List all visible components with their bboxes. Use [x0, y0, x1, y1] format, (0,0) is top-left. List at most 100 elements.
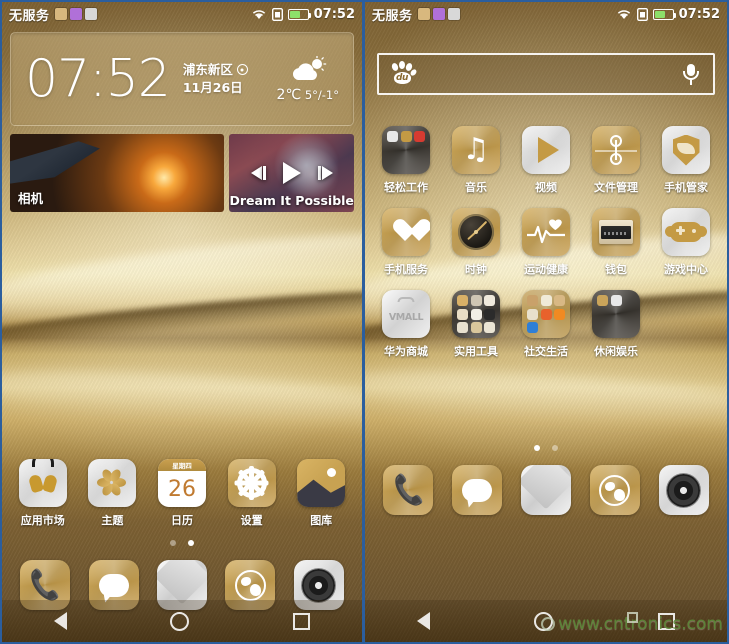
home-button[interactable] — [170, 611, 190, 631]
email-icon — [520, 465, 571, 515]
app-icon-game-center[interactable]: 游戏中心 — [651, 199, 721, 277]
dock-right: 📞 — [365, 465, 727, 515]
carrier-label: 无服务 — [9, 8, 50, 24]
watermark-square-icon — [627, 612, 639, 623]
gallery-icon — [297, 459, 346, 507]
dock-item-messages[interactable] — [443, 465, 512, 515]
dock-item-camera[interactable] — [649, 465, 718, 515]
wifi-icon — [617, 10, 630, 19]
app-icon-settings[interactable]: 设置 — [217, 450, 287, 528]
contact-icon — [84, 8, 97, 20]
photo-widget-label: 相机 — [18, 191, 44, 206]
app-icon-work-folder[interactable]: 轻松工作 — [371, 117, 441, 195]
app-grid-row-2: 手机服务 时钟 运动健康 钱包 游戏中心 — [365, 199, 727, 277]
page-dot-2[interactable] — [188, 540, 194, 546]
widget-date: 11月26日 — [182, 80, 243, 95]
back-button[interactable] — [417, 612, 431, 630]
music-player-widget[interactable]: Dream It Possible — [229, 134, 354, 212]
game-center-icon — [662, 208, 710, 256]
messages-icon — [452, 465, 503, 515]
app-label: 时钟 — [465, 263, 487, 276]
app-icon-wallet[interactable]: 钱包 — [581, 199, 651, 277]
app-label: 应用市场 — [20, 514, 65, 527]
social-folder-icon — [522, 290, 570, 338]
tools-folder-icon — [452, 290, 500, 338]
app-label: 游戏中心 — [664, 263, 708, 276]
app-icon-tools-folder[interactable]: 实用工具 — [441, 281, 511, 359]
photo-widget[interactable]: 相机 — [10, 134, 225, 212]
app-icon-health[interactable]: 运动健康 — [511, 199, 581, 277]
app-grid-row-1: 轻松工作 ♫ 音乐 视频 文件管理 手机管家 — [365, 117, 727, 195]
app-icon-themes[interactable]: 主题 — [78, 450, 148, 528]
dock-item-browser[interactable] — [580, 465, 649, 515]
notification-icons — [417, 8, 460, 20]
app-label: 音乐 — [465, 181, 487, 194]
phone-manager-shield-icon — [662, 126, 710, 174]
watermark-ring-icon — [541, 617, 556, 631]
navigation-bar-left — [2, 600, 362, 642]
watermark-text: www.cntronics.com — [558, 614, 723, 634]
app-label: 实用工具 — [454, 345, 498, 358]
app-icon-clock[interactable]: 时钟 — [441, 199, 511, 277]
app-label: 轻松工作 — [384, 181, 428, 194]
clock-weather-widget[interactable]: 07:52 浦东新区 11月26日 2℃ 5°/-1° — [10, 32, 354, 126]
phone-service-heart-icon — [382, 208, 430, 256]
app-icon-phone-service[interactable]: 手机服务 — [371, 199, 441, 277]
app-icon-gallery[interactable]: 图库 — [286, 450, 356, 528]
clock-icon — [452, 208, 500, 256]
page-dot-1[interactable] — [534, 445, 540, 451]
app-label: 钱包 — [605, 263, 627, 276]
work-folder-icon — [382, 126, 430, 174]
dock-item-phone[interactable]: 📞 — [374, 465, 443, 515]
app-icon-music[interactable]: ♫ 音乐 — [441, 117, 511, 195]
sim-card-icon — [636, 7, 648, 21]
settings-gear-icon — [227, 459, 276, 507]
app-label: 休闲娱乐 — [594, 345, 638, 358]
app-icon-file-manager[interactable]: 文件管理 — [581, 117, 651, 195]
huawei-appstore-icon — [18, 459, 67, 507]
contact-icon — [447, 8, 460, 20]
page-dot-1[interactable] — [170, 540, 176, 546]
app-label: 日历 — [170, 514, 193, 527]
camera-icon — [658, 465, 709, 515]
page-indicator-left — [2, 540, 362, 546]
microphone-icon[interactable] — [681, 63, 701, 85]
back-button[interactable] — [53, 612, 67, 630]
vmall-brand-text: VMALL — [388, 311, 424, 323]
site-watermark: www.cntronics.com — [541, 612, 723, 634]
widget-time: 07:52 — [25, 49, 171, 109]
app-label: 视频 — [535, 181, 557, 194]
play-button[interactable] — [282, 162, 301, 184]
clock-time: 07:52 — [313, 6, 355, 22]
notification-icons — [54, 8, 97, 20]
entertainment-folder-icon — [592, 290, 640, 338]
app-icon-social-folder[interactable]: 社交生活 — [511, 281, 581, 359]
app-icon-entertainment-folder[interactable]: 休闲娱乐 — [581, 281, 651, 359]
app-icon-calendar[interactable]: 星期四 26 日历 — [147, 450, 217, 528]
page-indicator-right — [365, 445, 727, 451]
music-icon — [432, 8, 445, 20]
app-label: 华为商城 — [384, 345, 428, 358]
baidu-search-widget[interactable]: du — [377, 53, 715, 95]
dock-item-email[interactable] — [512, 465, 581, 515]
dual-screenshot-stage: 无服务 07:52 07:52 浦东新区 11月26日 2℃ 5°/-1° 相机… — [0, 0, 729, 644]
app-icon-phone-manager[interactable]: 手机管家 — [651, 117, 721, 195]
calendar-weekday: 星期四 — [157, 459, 206, 471]
previous-track-button[interactable] — [250, 166, 266, 180]
file-manager-icon — [592, 126, 640, 174]
next-track-button[interactable] — [317, 166, 333, 180]
page-dot-2[interactable] — [552, 445, 558, 451]
themes-icon — [88, 459, 137, 507]
battery-icon — [287, 8, 312, 20]
app-icon-appstore[interactable]: 应用市场 — [8, 450, 78, 528]
calendar-day: 26 — [167, 476, 196, 502]
temperature-range: 5°/-1° — [304, 87, 339, 102]
music-note-icon: ♫ — [452, 126, 500, 174]
recents-button[interactable] — [293, 612, 311, 630]
app-icon-vmall[interactable]: VMALL 华为商城 — [371, 281, 441, 359]
app-icon-video[interactable]: 视频 — [511, 117, 581, 195]
phone-icon: 📞 — [383, 465, 434, 515]
vmall-icon: VMALL — [382, 290, 430, 338]
airplane-wing-photo — [10, 141, 100, 185]
wifi-icon — [252, 10, 265, 19]
